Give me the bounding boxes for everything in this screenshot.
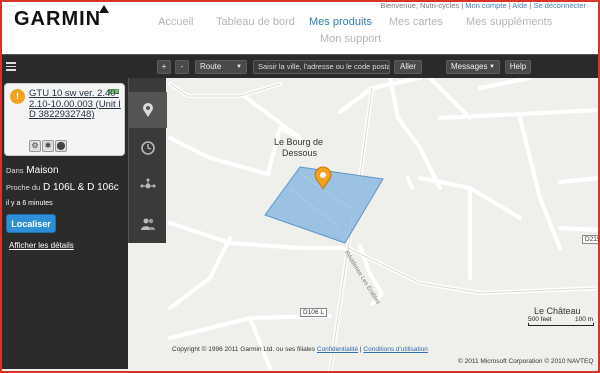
nav-mes-produits[interactable]: Mes produits <box>309 16 372 28</box>
map-pin-icon <box>143 103 153 117</box>
users-icon <box>141 218 155 230</box>
account-links: Bienvenue, Nutri-cycles | Mon compte | A… <box>380 1 586 10</box>
go-button[interactable]: Aller <box>394 60 422 74</box>
clock-icon <box>141 141 155 155</box>
zoom-out-button[interactable]: - <box>175 60 189 74</box>
address-search-input[interactable]: Saisir la ville, l'adresse ou le code po… <box>253 60 390 74</box>
device-location-pin-icon[interactable] <box>313 166 333 190</box>
scale-meters: 100 m <box>575 316 594 323</box>
microsoft-copyright: © 2011 Microsoft Corporation © 2010 NAVT… <box>458 358 594 365</box>
messages-dropdown[interactable]: Messages ▼ <box>446 60 500 74</box>
dropdown-arrow-icon: ▼ <box>236 64 242 70</box>
confidentiality-link[interactable]: Confidentialité <box>317 346 358 353</box>
header: GARMIN Bienvenue, Nutri-cycles | Mon com… <box>0 0 600 54</box>
nav-tableau-de-bord[interactable]: Tableau de bord <box>216 16 295 28</box>
map-place-label: Dessous <box>282 148 318 158</box>
copyright-text: Copyright © 1996 2011 Garmin Ltd. ou ses… <box>172 346 428 353</box>
help-link[interactable]: Aide <box>512 1 527 10</box>
settings-icon[interactable]: ⚙ <box>29 140 41 152</box>
list-view-icon[interactable] <box>4 60 18 73</box>
map-toolbar: + - Route ▼ Saisir la ville, l'adresse ou… <box>0 54 600 78</box>
help-button[interactable]: Help <box>505 60 531 74</box>
device-card[interactable]: ! GTU 10 sw ver. 2.40-2.10-10.00.003 (Un… <box>4 83 125 156</box>
scale-bar <box>528 323 594 326</box>
warning-pin-icon: ! <box>10 89 25 104</box>
nav-mes-supplements[interactable]: Mes suppléments <box>466 16 552 28</box>
tool-strip <box>128 78 167 243</box>
road-shield: D215 <box>582 235 600 244</box>
location-icon[interactable]: ⬤ <box>55 140 67 152</box>
device-actions: ⚙ ✱ ⬤ <box>29 140 68 153</box>
map-place-label: Le Château <box>534 306 581 316</box>
road-shield: D106 L <box>300 308 327 317</box>
geofence-tool[interactable] <box>129 168 167 204</box>
show-details-link[interactable]: Afficher les détails <box>9 241 74 250</box>
dropdown-arrow-icon: ▼ <box>489 64 495 70</box>
logo-triangle-icon <box>99 5 110 13</box>
time-ago: il y a 6 minutes <box>6 200 53 207</box>
zoom-in-button[interactable]: + <box>157 60 171 74</box>
location-tool[interactable] <box>129 92 167 128</box>
device-name-link[interactable]: GTU 10 sw ver. 2.40-2.10-10.00.003 (Unit… <box>29 88 124 121</box>
garmin-logo[interactable]: GARMIN <box>14 5 111 31</box>
geofence-icon <box>140 178 156 189</box>
my-account-link[interactable]: Mon compte <box>465 1 506 10</box>
zone-info: Dans Maison <box>6 165 59 176</box>
scale-feet: 500 feet <box>528 316 552 323</box>
locate-button[interactable]: Localiser <box>6 214 56 233</box>
device-panel: ! GTU 10 sw ver. 2.40-2.10-10.00.003 (Un… <box>0 78 128 369</box>
history-tool[interactable] <box>129 130 167 166</box>
nav-accueil[interactable]: Accueil <box>158 16 193 28</box>
nav-mes-cartes[interactable]: Mes cartes <box>389 16 443 28</box>
map-place-label: Le Bourg de <box>274 137 324 147</box>
nearby-info: Proche du D 106L & D 106c <box>6 182 119 193</box>
logout-link[interactable]: Se déconnecter <box>533 1 586 10</box>
map-type-select[interactable]: Route ▼ <box>195 60 247 74</box>
users-tool[interactable] <box>129 206 167 242</box>
welcome-text: Bienvenue, Nutri-cycles | <box>380 1 464 10</box>
nav-mon-support[interactable]: Mon support <box>320 33 381 45</box>
conditions-link[interactable]: Conditions d'utilisation <box>363 346 427 353</box>
gear-icon[interactable]: ✱ <box>42 140 54 152</box>
